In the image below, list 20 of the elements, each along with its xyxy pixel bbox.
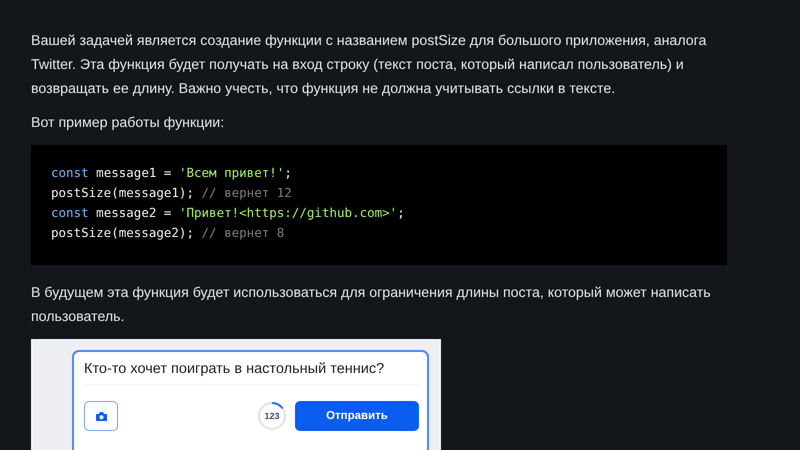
code-token: ; — [284, 165, 292, 180]
send-button[interactable]: Отправить — [295, 401, 419, 431]
code-token: postSize(message2); — [51, 225, 195, 240]
code-token: const — [51, 205, 89, 220]
post-text[interactable]: Кто-то хочет поиграть в настольный теннис? — [84, 358, 419, 385]
camera-button[interactable] — [84, 401, 118, 431]
camera-icon — [94, 410, 108, 422]
code-token: const — [51, 165, 89, 180]
code-token: // вернет 12 — [202, 185, 292, 200]
code-token: message2 = — [95, 205, 172, 220]
code-token: postSize(message1); — [51, 185, 195, 200]
counter-text: 123 — [263, 410, 281, 423]
code-token: ; — [397, 205, 405, 220]
code-token: 'Всем привет!' — [178, 165, 284, 180]
code-token: message1 = — [95, 165, 172, 180]
code-token: 'Привет!<https://github.com>' — [178, 205, 398, 220]
paragraph: Вашей задачей является создание функции с названием postSize для большого приложения, аналога Twitter. Эта функция будет получать на вход строку (текст поста, который написал пользователь) и возвращать ее длину. Важно учесть, что функция не должна учитывать ссылки в тексте. — [31, 32, 708, 99]
code-token: // вернет 8 — [202, 225, 284, 240]
paragraph: В будущем эта функция будет использоваться для ограничения длины поста, который может написать пользователь. — [31, 284, 712, 327]
paragraph: Вот пример работы функции: — [31, 114, 226, 133]
